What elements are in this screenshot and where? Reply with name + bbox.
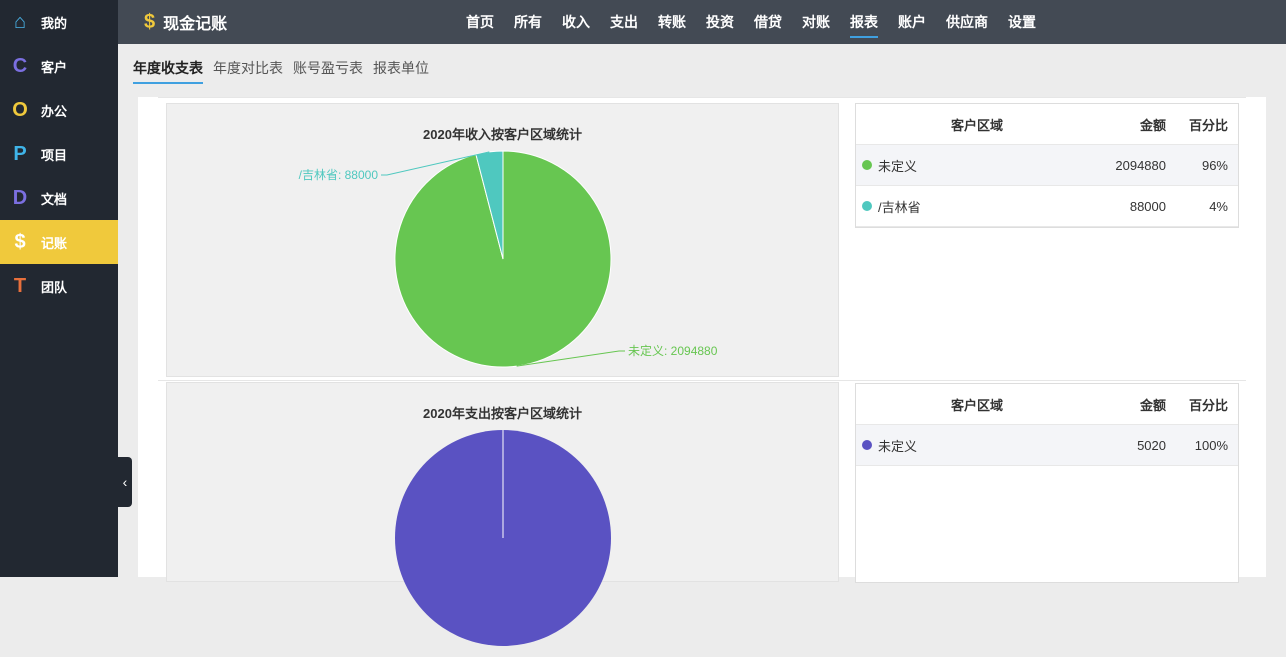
sidebar-item-label: 记账: [41, 235, 68, 251]
sidebar-item-5[interactable]: $ 记账: [0, 220, 118, 264]
top-header: $ 现金记账 首页 所有 收入 支出 转账 投资 借贷 对账 报表 账户 供应商 设置: [118, 0, 1286, 44]
region-name: 未定义: [878, 158, 918, 174]
col-amount: 金额: [1139, 397, 1166, 413]
table-row[interactable]: /吉林省 88000 4%: [856, 186, 1238, 227]
nav-item-1[interactable]: 所有: [514, 0, 542, 44]
col-percent: 百分比: [1188, 117, 1228, 133]
sidebar-item-3[interactable]: P 项目: [0, 132, 118, 176]
table-header: 客户区域 金额 百分比: [856, 384, 1238, 425]
col-region: 客户区域: [950, 397, 1003, 413]
nav-item-3[interactable]: 支出: [610, 0, 638, 44]
dollar-icon: $: [14, 230, 26, 253]
legend-dot-icon: [862, 160, 872, 170]
legend-dot-icon: [862, 440, 872, 450]
main-nav: 首页 所有 收入 支出 转账 投资 借贷 对账 报表 账户 供应商 设置: [466, 0, 1056, 44]
nav-item-4[interactable]: 转账: [658, 0, 686, 44]
nav-item-0[interactable]: 首页: [466, 0, 494, 44]
income-table: 客户区域 金额 百分比未定义 2094880 96% /吉林省 88000 4%: [855, 103, 1239, 228]
nav-item-8[interactable]: 报表: [850, 0, 878, 44]
region-name: 未定义: [878, 438, 918, 454]
nav-item-2[interactable]: 收入: [562, 0, 590, 44]
dollar-logo-icon: $: [144, 10, 156, 33]
sidebar-item-label: 项目: [41, 147, 68, 163]
amount: 2094880: [1115, 157, 1166, 173]
expense-table: 客户区域 金额 百分比未定义 5020 100%: [855, 383, 1239, 583]
d-icon: D: [12, 186, 28, 209]
o-icon: O: [12, 98, 28, 121]
sidebar-item-1[interactable]: C 客户: [0, 44, 118, 88]
subtab-3[interactable]: 报表单位: [373, 58, 429, 84]
col-percent: 百分比: [1188, 397, 1228, 413]
table-row[interactable]: 未定义 5020 100%: [856, 425, 1238, 466]
subtab-2[interactable]: 账号盈亏表: [293, 58, 363, 84]
sidebar-item-label: 文档: [41, 191, 68, 207]
c-icon: C: [12, 54, 28, 77]
nav-item-6[interactable]: 借贷: [754, 0, 782, 44]
region-name: /吉林省: [878, 199, 921, 215]
report-tabs: 年度收支表 年度对比表 账号盈亏表 报表单位: [133, 58, 439, 84]
sidebar-item-6[interactable]: T 团队: [0, 264, 118, 308]
legend-dot-icon: [862, 201, 872, 211]
sidebar-item-label: 办公: [41, 103, 68, 119]
sidebar-item-label: 客户: [41, 59, 68, 75]
nav-item-9[interactable]: 账户: [898, 0, 926, 44]
expense-chart: 2020年支出按客户区域统计: [166, 382, 839, 646]
nav-item-10[interactable]: 供应商: [946, 0, 988, 44]
sidebar-item-label: 我的: [41, 15, 68, 31]
nav-item-11[interactable]: 设置: [1008, 0, 1036, 44]
percent: 96%: [1201, 157, 1228, 173]
subtab-1[interactable]: 年度对比表: [213, 58, 283, 84]
sidebar-item-label: 团队: [41, 279, 68, 295]
col-region: 客户区域: [950, 117, 1003, 133]
nav-item-5[interactable]: 投资: [706, 0, 734, 44]
data-label: 未定义: 2094880: [628, 343, 718, 358]
app-logo[interactable]: $ 现金记账: [144, 10, 227, 34]
report-panel: 2020年收入按客户区域统计 未定义: 2094880/吉林省: 88000 客…: [138, 97, 1266, 646]
app-title: 现金记账: [163, 16, 228, 33]
percent: 4%: [1209, 198, 1228, 214]
subtab-0[interactable]: 年度收支表: [133, 58, 203, 84]
sidebar-item-0[interactable]: ⌂ 我的: [0, 0, 118, 44]
percent: 100%: [1194, 437, 1228, 453]
sidebar: ⌂ 我的 C 客户 O 办公 P 项目 D 文档 $ 记账 T 团队: [0, 0, 118, 577]
income-chart: 2020年收入按客户区域统计 未定义: 2094880/吉林省: 88000: [166, 103, 839, 377]
sidebar-item-4[interactable]: D 文档: [0, 176, 118, 220]
sidebar-collapse-button[interactable]: ‹: [118, 457, 132, 507]
p-icon: P: [13, 142, 27, 165]
table-row[interactable]: 未定义 2094880 96%: [856, 145, 1238, 186]
data-label: /吉林省: 88000: [299, 168, 379, 182]
amount: 5020: [1137, 437, 1166, 453]
home-icon: ⌂: [13, 10, 27, 33]
table-header: 客户区域 金额 百分比: [856, 104, 1238, 145]
amount: 88000: [1129, 198, 1166, 214]
nav-item-7[interactable]: 对账: [802, 0, 830, 44]
sidebar-item-2[interactable]: O 办公: [0, 88, 118, 132]
t-icon: T: [13, 274, 27, 297]
col-amount: 金额: [1139, 117, 1166, 133]
